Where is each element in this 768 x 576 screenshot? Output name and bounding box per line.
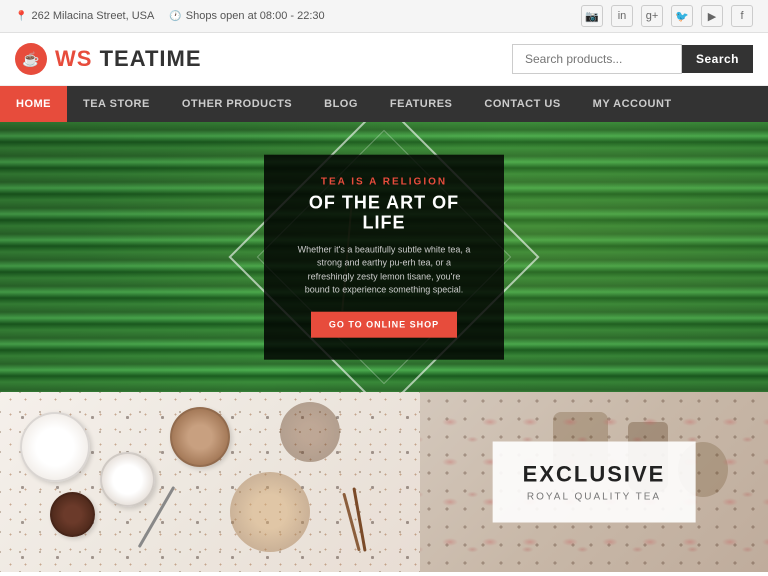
linkedin-icon[interactable]: in <box>611 5 633 27</box>
nav-tea-store[interactable]: TEA STORE <box>67 86 166 122</box>
clock-icon: 🕐 <box>169 11 181 22</box>
site-header: ☕ WS TEATIME Search <box>0 33 768 86</box>
logo-name: TEATIME <box>100 46 202 71</box>
exclusive-title: EXCLUSIVE <box>523 462 666 488</box>
nav-blog[interactable]: BLOG <box>308 86 374 122</box>
youtube-icon[interactable]: ▶ <box>701 5 723 27</box>
bottom-section: EXCLUSIVE ROYAL QUALITY TEA <box>0 392 768 572</box>
tea-pile <box>230 472 310 552</box>
tea-bowl-2 <box>100 452 155 507</box>
tea-jars-image: EXCLUSIVE ROYAL QUALITY TEA <box>420 392 768 572</box>
pin-icon: 📍 <box>15 11 27 22</box>
address-info: 📍 262 Milacina Street, USA <box>15 10 154 22</box>
logo-ws: WS <box>55 46 92 71</box>
dark-tea-pile <box>280 402 340 462</box>
hero-title: OF THE ART OF LIFE <box>294 194 474 234</box>
nav-home[interactable]: HOME <box>0 86 67 122</box>
search-input[interactable] <box>512 44 682 74</box>
nav-contact[interactable]: CONTACT US <box>468 86 576 122</box>
exclusive-subtitle: ROYAL QUALITY TEA <box>523 492 666 503</box>
logo-text: WS TEATIME <box>55 46 202 72</box>
hours-info: 🕐 Shops open at 08:00 - 22:30 <box>169 10 324 22</box>
search-form: Search <box>512 44 753 74</box>
nav-features[interactable]: FEATURES <box>374 86 468 122</box>
tea-bowl-1 <box>20 412 90 482</box>
hero-description: Whether it's a beautifully subtle white … <box>294 243 474 297</box>
hero-content-box: TEA IS A RELIGION OF THE ART OF LIFE Whe… <box>264 155 504 360</box>
top-bar: 📍 262 Milacina Street, USA 🕐 Shops open … <box>0 0 768 33</box>
hero-subtitle: TEA IS A RELIGION <box>294 177 474 188</box>
logo-icon: ☕ <box>15 43 47 75</box>
site-logo[interactable]: ☕ WS TEATIME <box>15 43 202 75</box>
search-button[interactable]: Search <box>682 45 753 73</box>
exclusive-box: EXCLUSIVE ROYAL QUALITY TEA <box>493 442 696 523</box>
google-icon[interactable]: g+ <box>641 5 663 27</box>
hero-cta-button[interactable]: GO TO ONLINE SHOP <box>311 311 457 337</box>
address-text: 262 Milacina Street, USA <box>31 10 154 22</box>
hero-section: TEA IS A RELIGION OF THE ART OF LIFE Whe… <box>0 122 768 392</box>
nav-other-products[interactable]: OTHER PRODUCTS <box>166 86 308 122</box>
instagram-icon[interactable]: 📷 <box>581 5 603 27</box>
main-nav: HOME TEA STORE OTHER PRODUCTS BLOG FEATU… <box>0 86 768 122</box>
tea-bowl-4 <box>50 492 95 537</box>
social-links: 📷 in g+ 🐦 ▶ f <box>581 5 753 27</box>
twitter-icon[interactable]: 🐦 <box>671 5 693 27</box>
facebook-icon[interactable]: f <box>731 5 753 27</box>
tea-bowl-3 <box>170 407 230 467</box>
top-bar-info-group: 📍 262 Milacina Street, USA 🕐 Shops open … <box>15 10 325 22</box>
hours-text: Shops open at 08:00 - 22:30 <box>186 10 325 22</box>
nav-account[interactable]: MY ACCOUNT <box>577 86 688 122</box>
tea-products-image <box>0 392 420 572</box>
